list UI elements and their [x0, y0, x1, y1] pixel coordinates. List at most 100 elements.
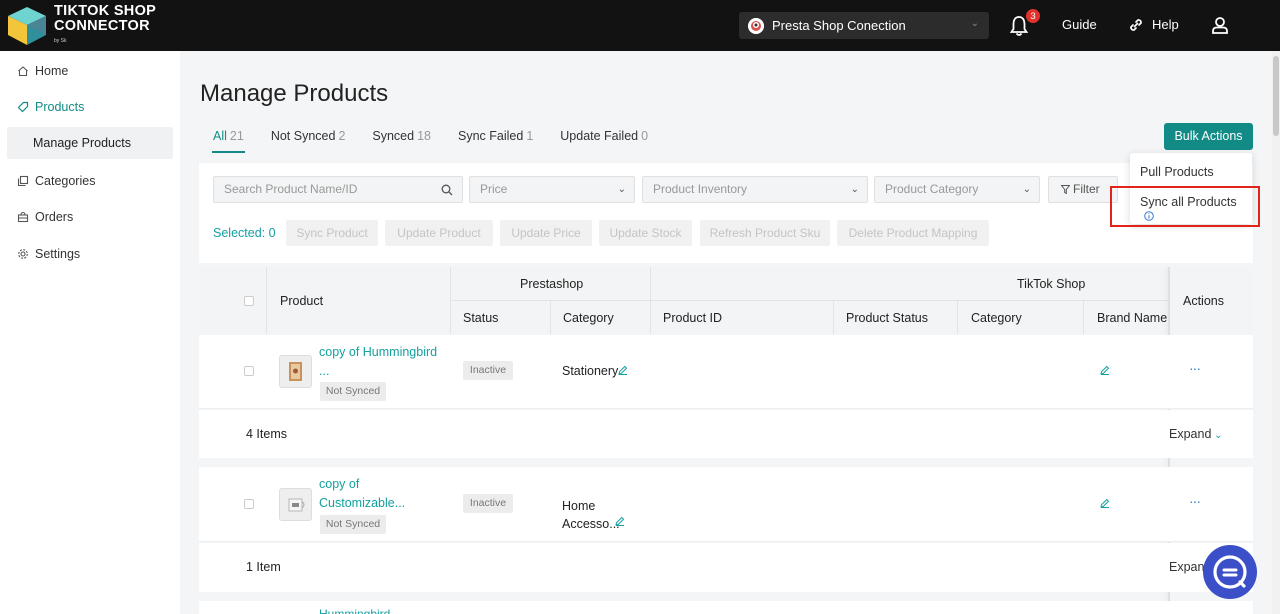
col-product-id: Product ID [663, 311, 723, 325]
price-select[interactable]: Price ⌄ [469, 176, 635, 203]
product-name-line2: Customizable... [319, 496, 406, 510]
edit-icon[interactable] [1100, 498, 1110, 508]
logo-byline: by Sk [54, 37, 67, 44]
sidebar-item-manage-products[interactable]: Manage Products [7, 127, 173, 159]
app-logo[interactable]: TIKTOK SHOP CONNECTOR by Sk [6, 3, 156, 46]
sidebar-item-label: Categories [35, 174, 96, 188]
category-value: Stationery [562, 364, 619, 378]
edit-icon[interactable] [615, 516, 625, 526]
sidebar-item-products[interactable]: Products [17, 97, 84, 117]
tab-count: 2 [338, 129, 346, 143]
col-product: Product [280, 294, 324, 308]
category-label: Product Category [885, 182, 979, 196]
logo-line2: CONNECTOR [54, 17, 150, 34]
bulk-actions-button[interactable]: Bulk Actions [1164, 123, 1253, 150]
scrollbar-thumb[interactable] [1273, 56, 1279, 136]
tab-label: Update Failed [560, 129, 639, 143]
tab-all[interactable]: All 21 [212, 129, 245, 153]
col-divider [833, 301, 834, 334]
store-name: Presta Shop Conection [772, 18, 906, 33]
product-name-link[interactable]: copy of Customizable... [319, 475, 405, 513]
edit-icon[interactable] [618, 365, 628, 375]
expand-link[interactable]: Expand ⌄ [1169, 427, 1223, 441]
col-divider [266, 267, 267, 334]
product-name-partial[interactable]: Hummingbird [319, 608, 390, 614]
sidebar-item-orders[interactable]: Orders [17, 207, 73, 227]
refresh-sku-button[interactable]: Refresh Product Sku [700, 220, 830, 246]
search-placeholder: Search Product Name/ID [224, 182, 358, 196]
chevron-down-icon: ⌄ [1211, 430, 1223, 441]
inventory-label: Product Inventory [653, 182, 748, 196]
guide-link[interactable]: Guide [1062, 17, 1097, 32]
status-tabs: All 21 Not Synced 2 Synced 18 Sync Failed 1 … [212, 129, 675, 153]
update-price-button[interactable]: Update Price [500, 220, 592, 246]
filter-button[interactable]: Filter [1048, 176, 1118, 203]
delete-mapping-button[interactable]: Delete Product Mapping [837, 220, 989, 246]
more-actions-icon[interactable]: ··· [1189, 493, 1201, 509]
sync-product-button[interactable]: Sync Product [286, 220, 378, 246]
items-count: 1 Item [246, 560, 281, 574]
more-actions-icon[interactable]: ··· [1189, 360, 1201, 376]
chevron-down-icon: ⌄ [617, 184, 626, 195]
product-name-link[interactable]: copy of Hummingbird ... [319, 343, 437, 381]
tab-label: All [213, 129, 227, 143]
category-select[interactable]: Product Category ⌄ [874, 176, 1040, 203]
variant-summary-row [199, 410, 1253, 458]
selected-count: Selected: 0 [213, 226, 276, 240]
tab-update-failed[interactable]: Update Failed 0 [560, 129, 648, 153]
col-tt-category: Category [971, 311, 1022, 325]
tab-count: 0 [641, 129, 649, 143]
product-thumbnail [279, 488, 312, 521]
filter-label: Filter [1073, 182, 1100, 196]
sidebar-item-categories[interactable]: Categories [17, 171, 95, 191]
edit-icon[interactable] [1100, 365, 1110, 375]
chevron-down-icon: ⌄ [850, 184, 859, 195]
filter-icon [1061, 185, 1070, 194]
sidebar-item-settings[interactable]: Settings [17, 244, 80, 264]
user-icon[interactable] [1211, 16, 1229, 34]
row-divider [450, 300, 1169, 301]
category-line2: Accesso... [562, 517, 620, 531]
col-divider [957, 301, 958, 334]
bag-icon [17, 211, 29, 223]
category-line1: Home [562, 499, 596, 513]
select-all-checkbox[interactable] [244, 296, 254, 306]
tab-count: 21 [229, 129, 244, 143]
sidebar-item-label: Settings [35, 247, 81, 261]
variant-summary-row [199, 543, 1253, 592]
col-prestashop: Prestashop [520, 277, 584, 291]
col-product-status: Product Status [846, 311, 928, 325]
tab-synced[interactable]: Synced 18 [372, 129, 431, 153]
col-brand-name: Brand Name [1097, 311, 1168, 325]
price-label: Price [480, 182, 508, 196]
tab-sync-failed[interactable]: Sync Failed 1 [458, 129, 533, 153]
tab-not-synced[interactable]: Not Synced 2 [271, 129, 346, 153]
col-tiktok-shop: TikTok Shop [1017, 277, 1086, 291]
col-status: Status [463, 311, 499, 325]
col-divider [1083, 301, 1084, 334]
update-stock-button[interactable]: Update Stock [599, 220, 692, 246]
inventory-select[interactable]: Product Inventory ⌄ [642, 176, 868, 203]
chat-button[interactable] [1203, 545, 1257, 599]
search-input[interactable]: Search Product Name/ID [213, 176, 463, 203]
pull-products-option[interactable]: Pull Products [1140, 165, 1214, 179]
help-link[interactable]: Help [1152, 17, 1179, 32]
category-value: Home Accesso... [562, 497, 620, 533]
tab-count: 1 [526, 129, 534, 143]
sync-status-badge: Not Synced [320, 382, 386, 401]
top-bar: TIKTOK SHOP CONNECTOR by Sk Presta Shop … [0, 0, 1280, 51]
tag-icon [17, 101, 29, 113]
sidebar-item-home[interactable]: Home [17, 61, 68, 81]
gear-icon [18, 249, 28, 259]
link-icon [1130, 19, 1142, 31]
chevron-down-icon: ⌄ [1022, 184, 1031, 195]
scrollbar[interactable] [1272, 51, 1280, 614]
store-icon [748, 17, 764, 34]
sidebar-item-label: Home [35, 64, 69, 78]
update-product-button[interactable]: Update Product [385, 220, 493, 246]
tab-label: Sync Failed [458, 129, 524, 143]
store-selector[interactable]: Presta Shop Conection ⌄ [739, 12, 989, 39]
row-checkbox[interactable] [244, 499, 254, 509]
row-checkbox[interactable] [244, 366, 254, 376]
product-name-line1: copy of [319, 477, 360, 491]
